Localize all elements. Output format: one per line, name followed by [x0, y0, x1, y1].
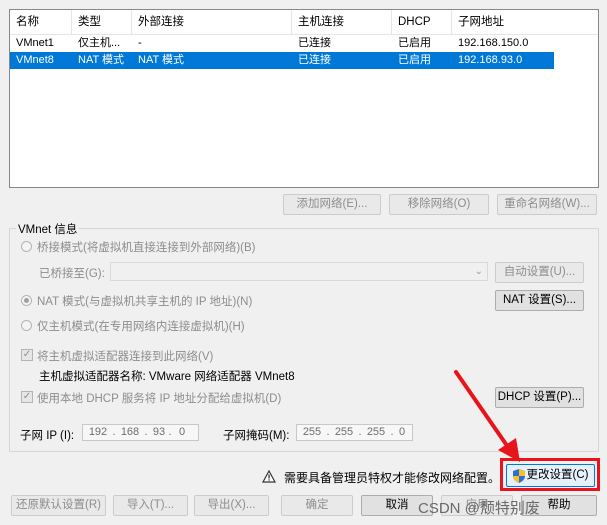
subnet-mask-label: 子网掩码(M): [223, 430, 290, 442]
bridge-mode-label: 桥接模式(将虚拟机直接连接到外部网络)(B) [37, 242, 256, 254]
table-row[interactable]: VMnet1 仅主机... - 已连接 已启用 192.168.150.0 [10, 35, 554, 52]
red-arrow-annotation [454, 370, 520, 462]
cell-subnet: 192.168.150.0 [458, 37, 529, 49]
adapter-name-text: 主机虚拟适配器名称: VMware 网络适配器 VMnet8 [39, 371, 295, 383]
ok-button[interactable]: 确定 [281, 495, 353, 516]
add-network-button[interactable]: 添加网络(E)... [283, 194, 381, 215]
cell-subnet: 192.168.93.0 [458, 54, 523, 66]
rename-network-button[interactable]: 重命名网络(W)... [497, 194, 597, 215]
subnet-mask-field[interactable]: 255 . 255 . 255 . 0 [296, 424, 413, 441]
subnet-ip-label: 子网 IP (I): [20, 430, 75, 442]
cell-dhcp: 已启用 [398, 54, 431, 66]
network-list-header: 名称 类型 外部连接 主机连接 DHCP 子网地址 [10, 10, 598, 35]
cell-type: NAT 模式 [78, 54, 125, 66]
nat-settings-button[interactable]: NAT 设置(S)... [495, 290, 584, 311]
subnet-ip-field[interactable]: 192 . 168 . 93 . 0 [82, 424, 199, 441]
auto-settings-button[interactable]: 自动设置(U)... [495, 262, 584, 283]
bridged-to-select[interactable]: ⌄ [110, 262, 488, 281]
export-button[interactable]: 导出(X)... [194, 495, 269, 516]
connect-adapter-checkbox[interactable]: ✓ [21, 349, 33, 361]
cell-host: 已连接 [298, 54, 331, 66]
mask-octet: 0 [398, 426, 406, 438]
column-header-name[interactable]: 名称 [10, 10, 72, 34]
column-header-subnet[interactable]: 子网地址 [452, 10, 598, 34]
nat-mode-radio[interactable] [21, 295, 32, 306]
import-button[interactable]: 导入(T)... [113, 495, 188, 516]
vmnet-info-title: VMnet 信息 [16, 221, 80, 237]
table-row-selected[interactable]: VMnet8 NAT 模式 NAT 模式 已连接 已启用 192.168.93.… [10, 52, 554, 69]
connect-adapter-label: 将主机虚拟适配器连接到此网络(V) [37, 351, 214, 363]
cell-name: VMnet1 [16, 37, 54, 49]
ip-octet: 192 [88, 426, 108, 438]
bridge-mode-radio[interactable] [21, 241, 32, 252]
host-only-mode-radio[interactable] [21, 320, 32, 331]
column-header-type[interactable]: 类型 [72, 10, 132, 34]
column-header-dhcp[interactable]: DHCP [392, 10, 452, 34]
network-list[interactable]: 名称 类型 外部连接 主机连接 DHCP 子网地址 VMnet1 仅主机... … [9, 9, 599, 188]
nat-mode-label: NAT 模式(与虚拟机共享主机的 IP 地址)(N) [37, 296, 253, 308]
warning-icon [262, 470, 276, 483]
cell-external: NAT 模式 [138, 54, 185, 66]
cell-dhcp: 已启用 [398, 37, 431, 49]
ip-octet: 168 [120, 426, 140, 438]
column-header-host[interactable]: 主机连接 [292, 10, 392, 34]
mask-octet: 255 [302, 426, 322, 438]
watermark-text: CSDN @颓特别废 [418, 500, 540, 517]
mask-octet: 255 [334, 426, 354, 438]
use-dhcp-label: 使用本地 DHCP 服务将 IP 地址分配给虚拟机(D) [37, 393, 282, 405]
host-only-mode-label: 仅主机模式(在专用网络内连接虚拟机)(H) [37, 321, 245, 333]
cell-type: 仅主机... [78, 37, 121, 49]
column-header-external[interactable]: 外部连接 [132, 10, 292, 34]
mask-octet: 255 [366, 426, 386, 438]
remove-network-button[interactable]: 移除网络(O) [389, 194, 489, 215]
cell-name: VMnet8 [16, 54, 54, 66]
admin-notice-text: 需要具备管理员特权才能修改网络配置。 [284, 471, 501, 485]
ip-octet: 0 [178, 426, 186, 438]
bridged-to-label: 已桥接至(G): [39, 268, 105, 280]
chevron-down-icon: ⌄ [474, 266, 483, 277]
use-dhcp-checkbox[interactable]: ✓ [21, 391, 33, 403]
cell-external: - [138, 37, 142, 49]
restore-defaults-button[interactable]: 还原默认设置(R) [11, 495, 106, 516]
cell-host: 已连接 [298, 37, 331, 49]
